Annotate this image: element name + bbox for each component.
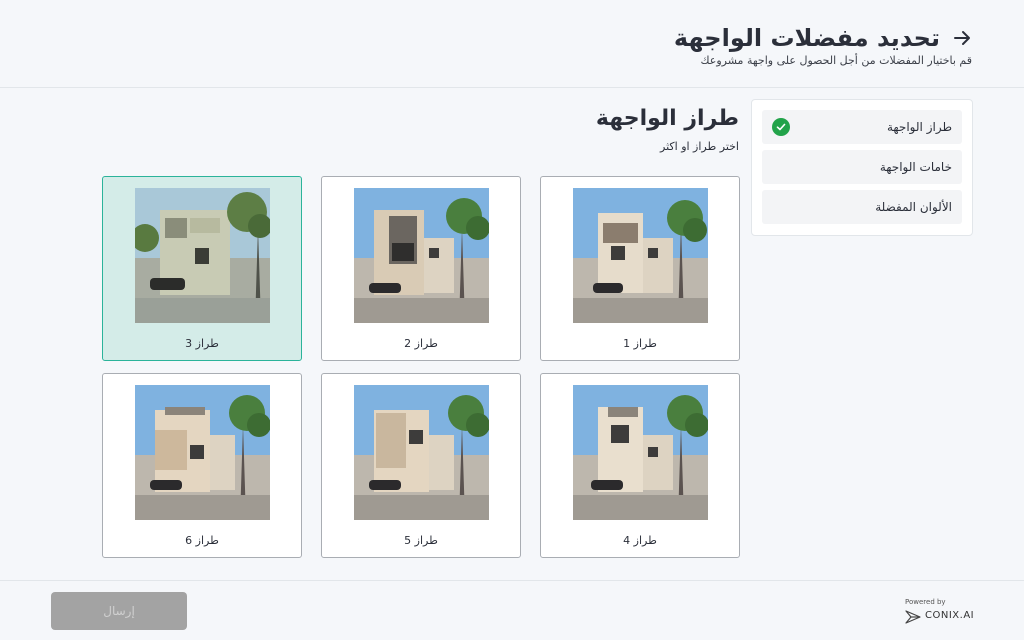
section-title: طراز الواجهة — [595, 106, 739, 131]
facade-image — [135, 188, 270, 323]
facade-image — [354, 385, 489, 520]
style-card-1[interactable]: طراز 1 — [540, 176, 740, 361]
page-title: تحديد مفضلات الواجهة — [673, 24, 940, 52]
submit-button[interactable]: إرسال — [51, 592, 187, 630]
page-header: تحديد مفضلات الواجهة قم باختيار المفضلات… — [0, 0, 1024, 88]
style-card-5[interactable]: طراز 5 — [321, 373, 521, 558]
powered-by-label: Powered by — [905, 598, 946, 606]
steps-sidebar: طراز الواجهة خامات الواجهة الألوان المفض… — [751, 99, 973, 236]
style-card-2[interactable]: طراز 2 — [321, 176, 521, 361]
header-title-row: تحديد مفضلات الواجهة — [674, 24, 972, 52]
style-card-6[interactable]: طراز 6 — [102, 373, 302, 558]
conix-logo-icon — [905, 609, 921, 625]
sidebar-item-label: الألوان المفضلة — [875, 200, 952, 214]
style-card-label: طراز 2 — [404, 337, 438, 350]
style-card-4[interactable]: طراز 4 — [540, 373, 740, 558]
sidebar-item-label: طراز الواجهة — [886, 120, 952, 134]
sidebar-item-facade-materials[interactable]: خامات الواجهة — [762, 150, 962, 184]
facade-image — [135, 385, 270, 520]
page-footer: إرسال Powered by CONIX.AI — [0, 580, 1024, 640]
sidebar-item-preferred-colors[interactable]: الألوان المفضلة — [762, 190, 962, 224]
sidebar-item-facade-style[interactable]: طراز الواجهة — [762, 110, 962, 144]
style-card-label: طراز 3 — [185, 337, 219, 350]
style-card-label: طراز 4 — [623, 534, 657, 547]
brand-block: Powered by CONIX.AI — [903, 597, 983, 627]
style-card-3[interactable]: طراز 3 — [102, 176, 302, 361]
style-card-label: طراز 6 — [185, 534, 219, 547]
facade-image — [354, 188, 489, 323]
style-card-label: طراز 5 — [404, 534, 438, 547]
brand-name: CONIX.AI — [925, 610, 975, 621]
page-subtitle: قم باختيار المفضلات من أجل الحصول على وا… — [700, 54, 972, 67]
style-card-label: طراز 1 — [623, 337, 657, 350]
facade-image — [573, 188, 708, 323]
section-subtitle: اختر طراز او اكثر — [660, 140, 739, 153]
back-arrow-icon[interactable] — [952, 28, 972, 48]
facade-image — [573, 385, 708, 520]
style-grid: طراز 1 طراز 2 طراز 3 طراز 4 طراز 5 طراز … — [102, 176, 740, 558]
check-circle-icon — [772, 118, 790, 136]
sidebar-item-label: خامات الواجهة — [879, 160, 952, 174]
